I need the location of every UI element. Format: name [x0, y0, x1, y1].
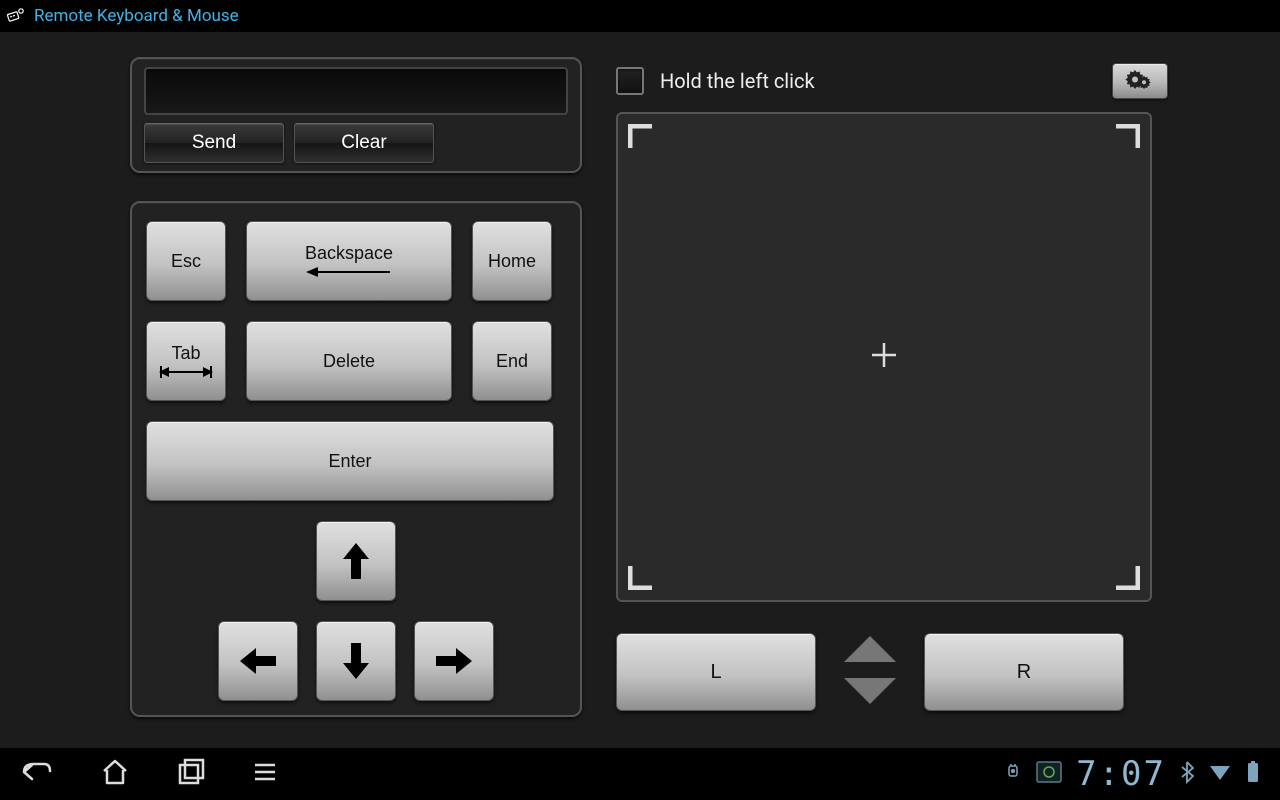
tab-key[interactable]: Tab — [146, 321, 226, 401]
mouse-left-button[interactable]: L — [616, 633, 816, 711]
send-button[interactable]: Send — [144, 123, 284, 163]
arrow-down-icon — [341, 641, 371, 681]
backspace-label: Backspace — [305, 243, 393, 264]
scroll-up-button[interactable] — [840, 632, 900, 670]
tab-icon — [159, 364, 213, 380]
arrow-down-key[interactable] — [316, 621, 396, 701]
touchpad[interactable] — [616, 112, 1152, 602]
system-navbar: 7:07 — [0, 748, 1280, 800]
back-icon[interactable] — [20, 757, 54, 791]
hold-left-click-checkbox[interactable] — [616, 67, 644, 95]
battery-icon — [1246, 760, 1260, 788]
gear-icon — [1125, 69, 1155, 93]
arrow-up-key[interactable] — [316, 521, 396, 601]
corner-br-icon — [1112, 562, 1140, 590]
arrow-left-icon — [238, 646, 278, 676]
end-key[interactable]: End — [472, 321, 552, 401]
special-keys-panel: Esc Backspace Home Tab — [130, 201, 582, 717]
corner-tl-icon — [628, 124, 656, 152]
arrow-left-long-icon — [304, 264, 394, 280]
scroll-down-button[interactable] — [840, 674, 900, 712]
enter-key[interactable]: Enter — [146, 421, 554, 501]
corner-bl-icon — [628, 562, 656, 590]
recent-apps-icon[interactable] — [176, 757, 206, 791]
clear-button[interactable]: Clear — [294, 123, 434, 163]
arrow-right-icon — [434, 646, 474, 676]
menu-icon[interactable] — [252, 759, 278, 789]
wifi-icon — [1208, 762, 1232, 786]
app-title: Remote Keyboard & Mouse — [34, 6, 239, 26]
titlebar: Remote Keyboard & Mouse — [0, 0, 1280, 32]
usb-debug-icon — [1004, 762, 1022, 786]
app-icon — [6, 6, 26, 26]
corner-tr-icon — [1112, 124, 1140, 152]
bluetooth-icon — [1180, 760, 1194, 788]
keyboard-text-input[interactable] — [144, 67, 568, 115]
arrow-up-icon — [341, 541, 371, 581]
settings-button[interactable] — [1112, 63, 1168, 99]
backspace-key[interactable]: Backspace — [246, 221, 452, 301]
notification-icon[interactable] — [1036, 761, 1062, 787]
text-input-panel: Send Clear — [130, 57, 582, 173]
home-key[interactable]: Home — [472, 221, 552, 301]
esc-key[interactable]: Esc — [146, 221, 226, 301]
status-clock[interactable]: 7:07 — [1076, 754, 1166, 794]
hold-left-click-label: Hold the left click — [660, 69, 815, 93]
home-icon[interactable] — [100, 757, 130, 791]
crosshair-icon — [870, 341, 898, 373]
tab-label: Tab — [171, 343, 200, 364]
mouse-right-button[interactable]: R — [924, 633, 1124, 711]
arrow-left-key[interactable] — [218, 621, 298, 701]
delete-key[interactable]: Delete — [246, 321, 452, 401]
arrow-right-key[interactable] — [414, 621, 494, 701]
